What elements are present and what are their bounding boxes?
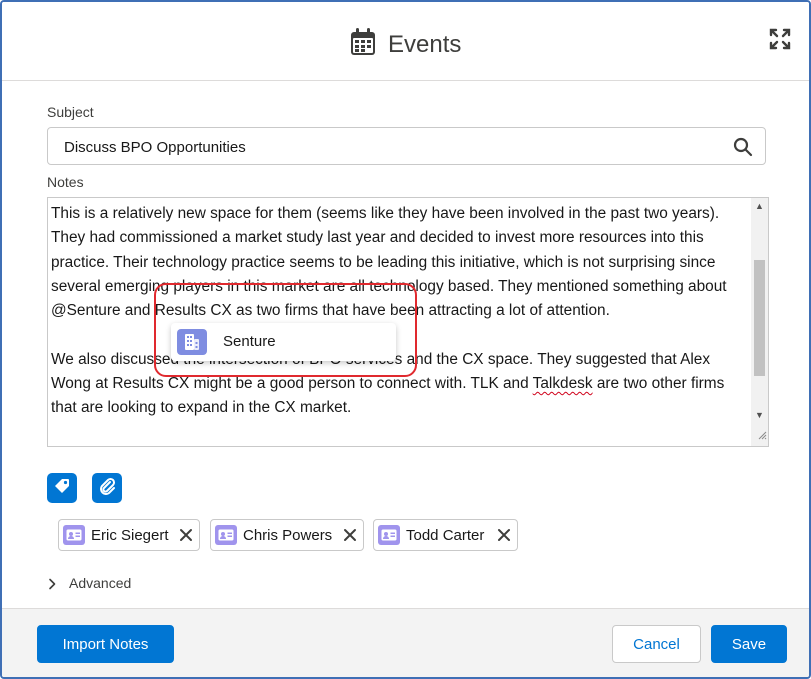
advanced-label: Advanced	[69, 575, 132, 591]
search-icon[interactable]	[733, 137, 753, 162]
attach-file-button[interactable]	[92, 473, 122, 503]
import-notes-button[interactable]: Import Notes	[37, 625, 174, 663]
subject-input[interactable]	[62, 128, 706, 166]
mention-suggestion-label: Senture	[223, 333, 276, 350]
add-tag-button[interactable]	[47, 473, 77, 503]
save-button[interactable]: Save	[711, 625, 787, 663]
account-building-icon	[177, 329, 207, 355]
remove-close-icon[interactable]	[497, 528, 511, 547]
modal-footer: Import Notes Cancel Save	[2, 608, 809, 677]
notes-paragraph: This is a relatively new space for them …	[51, 205, 727, 320]
event-modal: Events Subject Notes This is a relativel…	[0, 0, 811, 679]
expand-icon[interactable]	[769, 28, 791, 55]
calendar-icon	[350, 28, 376, 61]
notes-scrollbar[interactable]: ▲ ▼	[751, 198, 768, 446]
modal-header: Events	[2, 2, 809, 81]
related-person-name: Todd Carter	[406, 527, 485, 544]
chevron-right-icon	[47, 577, 57, 595]
notes-textarea[interactable]: This is a relatively new space for them …	[47, 197, 769, 447]
resize-handle-icon[interactable]	[757, 427, 767, 445]
related-person-name: Chris Powers	[243, 527, 333, 544]
modal-title: Events	[388, 30, 462, 58]
notes-label: Notes	[47, 174, 84, 190]
scroll-down-arrow-icon[interactable]: ▼	[751, 407, 768, 424]
mention-suggestion-item[interactable]: Senture	[171, 323, 396, 361]
related-person-pill[interactable]: Chris Powers	[210, 519, 364, 551]
paperclip-icon	[98, 477, 116, 500]
cancel-button[interactable]: Cancel	[612, 625, 701, 663]
notes-paragraph: We also discussed the intersection of BP…	[51, 348, 746, 421]
notes-content[interactable]: This is a relatively new space for them …	[51, 202, 746, 421]
subject-label: Subject	[47, 104, 94, 120]
scroll-up-arrow-icon[interactable]: ▲	[751, 198, 768, 215]
related-person-pill[interactable]: Todd Carter	[373, 519, 518, 551]
related-person-pill[interactable]: Eric Siegert	[58, 519, 200, 551]
remove-close-icon[interactable]	[343, 528, 357, 547]
contact-card-icon	[215, 525, 237, 545]
contact-card-icon	[378, 525, 400, 545]
contact-card-icon	[63, 525, 85, 545]
subject-field[interactable]	[47, 127, 766, 166]
related-person-name: Eric Siegert	[91, 527, 169, 544]
spellcheck-flagged-word: Talkdesk	[532, 375, 593, 393]
modal-title-wrap: Events	[2, 28, 809, 60]
scrollbar-thumb[interactable]	[754, 260, 765, 376]
remove-close-icon[interactable]	[179, 528, 193, 547]
tag-icon	[53, 477, 71, 500]
